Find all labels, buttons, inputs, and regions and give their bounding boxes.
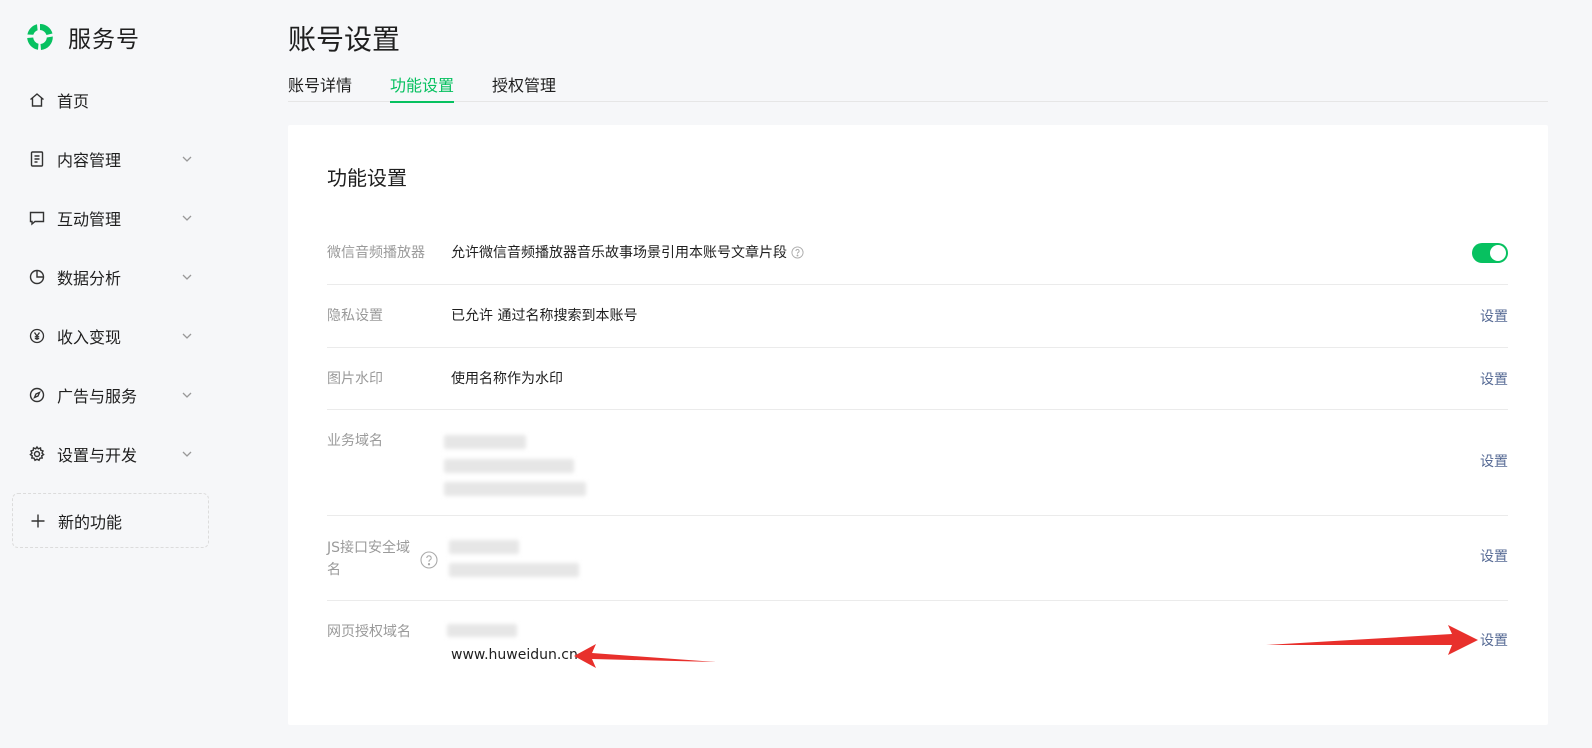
chevron-down-icon [182, 156, 192, 162]
oauth-domain-value: www.huweidun.cn [451, 647, 578, 663]
audio-player-label: 微信音频播放器 [327, 245, 425, 261]
card-title: 功能设置 [327, 166, 407, 190]
sidebar-item-label: 广告与服务 [57, 387, 138, 406]
sidebar-item-interaction[interactable]: 互动管理 [12, 196, 212, 240]
sidebar-item-label: 内容管理 [57, 151, 122, 170]
sidebar-item-content[interactable]: 内容管理 [12, 137, 212, 181]
service-account-logo-icon [27, 24, 53, 50]
privacy-settings-link[interactable]: 设置 [1480, 306, 1508, 326]
js-domain-label-line2: 名 [327, 562, 341, 578]
redacted-domain [447, 624, 517, 637]
sidebar-item-home[interactable]: 首页 [12, 78, 212, 122]
chevron-down-icon [182, 274, 192, 280]
chevron-down-icon [182, 333, 192, 339]
brand-name: 服务号 [68, 27, 140, 53]
home-icon [28, 91, 46, 109]
sidebar-item-label: 首页 [57, 92, 90, 111]
chevron-down-icon [182, 451, 192, 457]
sidebar-item-label: 收入变现 [57, 328, 122, 347]
privacy-row: 隐私设置 已允许 通过名称搜索到本账号 设置 [327, 285, 1508, 348]
sidebar-item-monetization[interactable]: 收入变现 [12, 314, 212, 358]
help-icon[interactable] [420, 551, 438, 569]
audio-player-value: 允许微信音频播放器音乐故事场景引用本账号文章片段 [451, 242, 804, 264]
brand[interactable]: 服务号 [24, 20, 140, 54]
watermark-row: 图片水印 使用名称作为水印 设置 [327, 348, 1508, 410]
business-domain-label: 业务域名 [327, 433, 383, 449]
business-domain-row: 业务域名 设置 [327, 410, 1508, 516]
oauth-domain-settings-link[interactable]: 设置 [1480, 630, 1508, 650]
annotation-arrow-right [1266, 625, 1478, 655]
new-feature-label: 新的功能 [58, 512, 123, 532]
sidebar-item-label: 设置与开发 [57, 446, 138, 465]
tab-account-details[interactable]: 账号详情 [288, 72, 352, 102]
annotation-arrow-left [574, 644, 716, 668]
tab-feature-settings[interactable]: 功能设置 [390, 72, 455, 103]
redacted-domain [444, 459, 574, 473]
chat-icon [28, 209, 46, 227]
privacy-label: 隐私设置 [327, 308, 383, 324]
sidebar-item-label: 数据分析 [57, 269, 122, 288]
sidebar-item-analytics[interactable]: 数据分析 [12, 255, 212, 299]
redacted-domain [444, 435, 526, 449]
audio-player-row: 微信音频播放器 允许微信音频播放器音乐故事场景引用本账号文章片段 [327, 241, 1508, 285]
new-feature-button[interactable]: 新的功能 [12, 493, 209, 548]
chevron-down-icon [182, 215, 192, 221]
plus-icon [31, 514, 45, 527]
chevron-down-icon [182, 392, 192, 398]
watermark-settings-link[interactable]: 设置 [1480, 369, 1508, 389]
page-title: 账号设置 [288, 23, 401, 56]
yen-icon [28, 327, 46, 345]
tab-authorization[interactable]: 授权管理 [492, 72, 556, 102]
business-domain-settings-link[interactable]: 设置 [1480, 451, 1508, 471]
redacted-domain [449, 540, 519, 554]
js-domain-settings-link[interactable]: 设置 [1480, 546, 1508, 566]
redacted-domain [444, 482, 586, 496]
audio-player-toggle[interactable] [1472, 243, 1508, 263]
pie-chart-icon [28, 268, 46, 286]
sidebar-item-label: 互动管理 [57, 210, 122, 229]
oauth-domain-label: 网页授权域名 [327, 624, 411, 640]
sidebar: 服务号 首页 内容管理 互动管理 数据分析 收入变现 广告与服务 设置与开发 新… [0, 0, 240, 748]
watermark-label: 图片水印 [327, 371, 383, 387]
js-domain-label-line1: JS接口安全域 [327, 540, 411, 556]
js-domain-row: JS接口安全域 名 设置 [327, 516, 1508, 601]
gear-icon [28, 445, 46, 463]
sidebar-item-settings-dev[interactable]: 设置与开发 [12, 432, 212, 476]
redacted-domain [449, 563, 579, 577]
sidebar-item-ads-services[interactable]: 广告与服务 [12, 373, 212, 417]
toggle-knob [1490, 245, 1506, 261]
document-icon [28, 150, 46, 168]
tab-bar: 账号详情 功能设置 授权管理 [288, 72, 1548, 103]
help-icon[interactable] [791, 246, 804, 259]
compass-icon [28, 386, 46, 404]
privacy-value: 已允许 通过名称搜索到本账号 [451, 308, 638, 324]
watermark-value: 使用名称作为水印 [451, 371, 563, 387]
